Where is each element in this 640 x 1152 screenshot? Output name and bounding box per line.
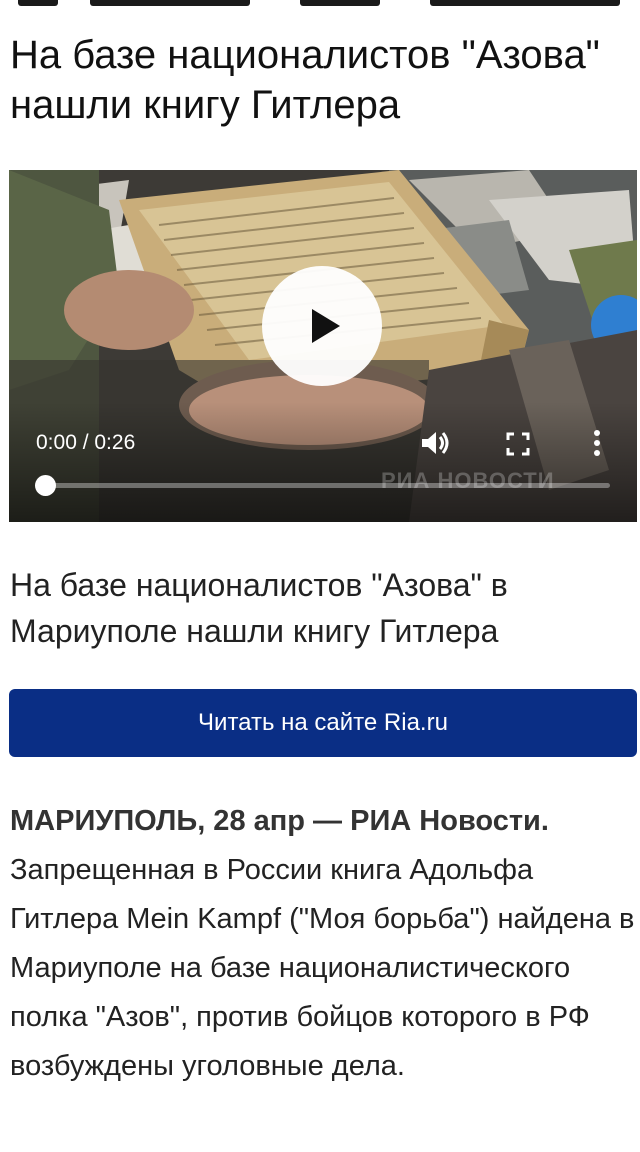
video-watermark: РИА НОВОСТИ [381,468,555,493]
play-button[interactable] [262,266,382,386]
more-vert-icon[interactable] [592,429,602,457]
fullscreen-icon[interactable] [506,432,530,456]
article-dateline: МАРИУПОЛЬ, 28 апр — РИА Новости. [10,805,549,837]
controls-overlay [9,402,637,522]
video-time: 0:00 / 0:26 [36,431,136,454]
read-on-site-button[interactable]: Читать на сайте Ria.ru [9,689,637,757]
article-body: МАРИУПОЛЬ, 28 апр — РИА Новости. Запреще… [10,797,635,1091]
video-caption: На базе националистов "Азова" в Мариупол… [10,567,508,649]
article-body-text: Запрещенная в России книга Адольфа Гитле… [10,854,635,1082]
video-player[interactable]: РИА НОВОСТИ 0:00 / 0:26 [9,170,637,522]
video-progress-bar[interactable] [35,475,610,496]
play-icon [312,309,340,343]
volume-icon[interactable] [420,429,450,457]
article-title: На базе националистов "Азова" нашли книг… [10,33,600,127]
previous-content-clipped [0,0,640,10]
progress-handle[interactable] [35,475,56,496]
